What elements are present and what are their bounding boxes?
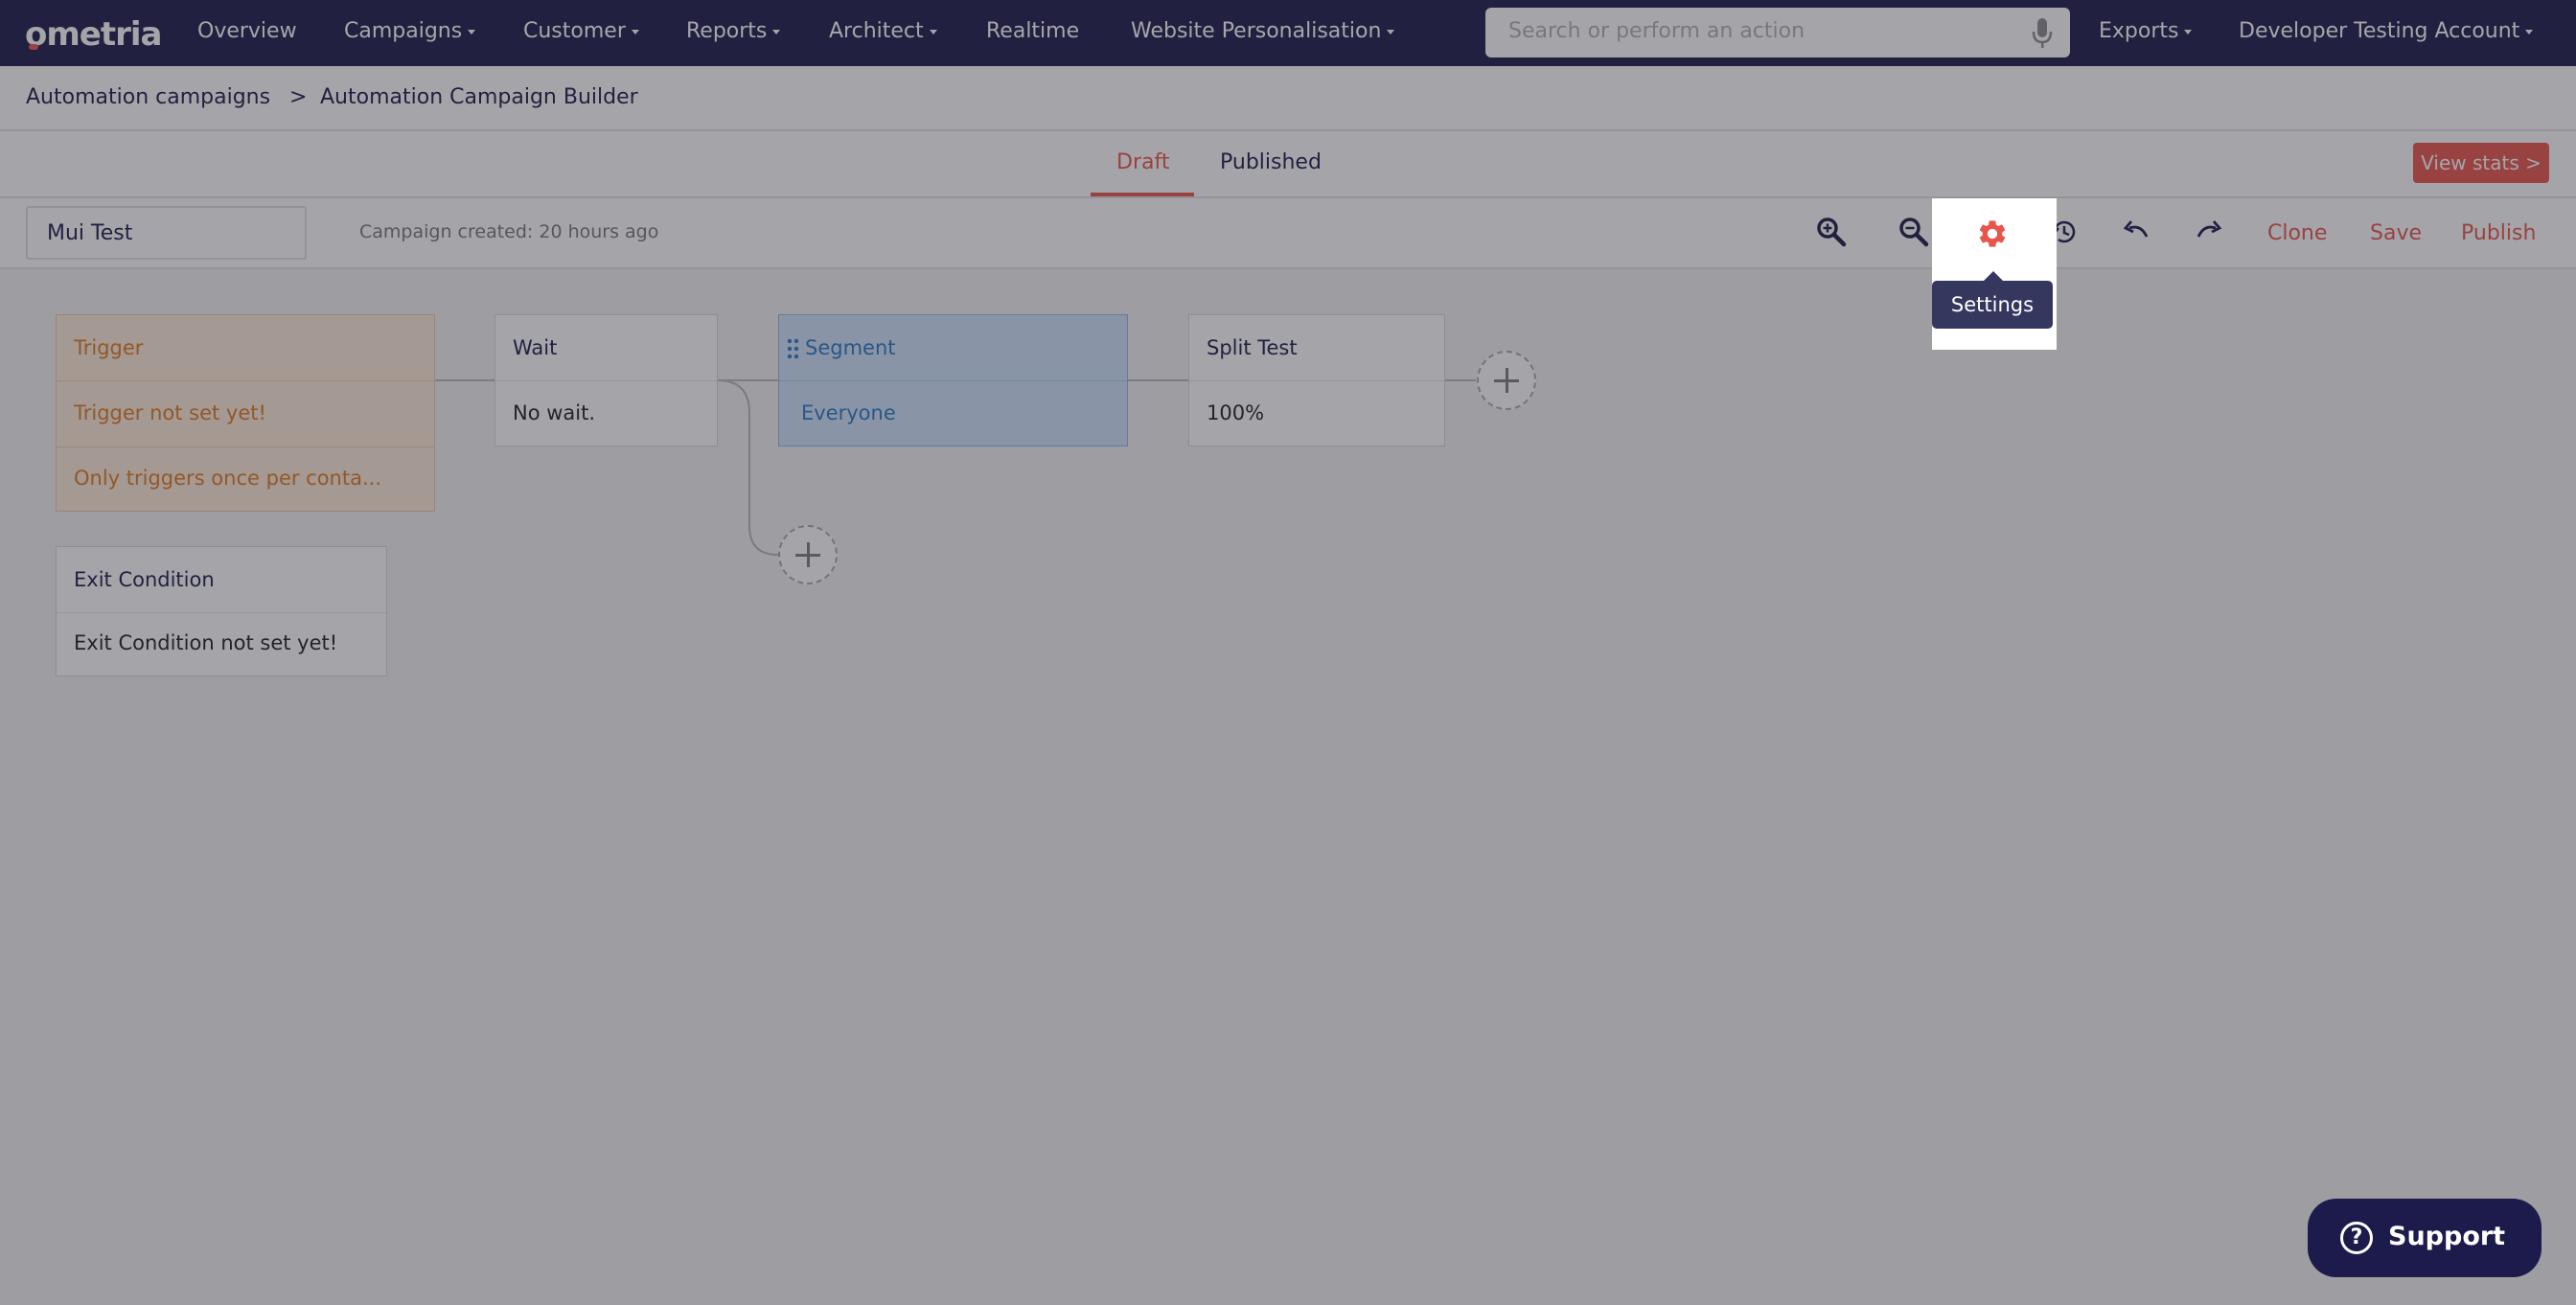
breadcrumb-current: Automation Campaign Builder (320, 85, 638, 109)
exit-condition-node[interactable]: Exit Condition Exit Condition not set ye… (56, 546, 387, 676)
trigger-status: Trigger not set yet! (74, 401, 266, 424)
nav-item-reports[interactable]: Reports (686, 19, 781, 43)
nav-label: Customer (523, 19, 626, 43)
view-stats-button[interactable]: View stats > (2413, 143, 2549, 183)
node-title: Split Test (1207, 336, 1298, 359)
node-divider (1189, 380, 1444, 381)
split-test-value: 100% (1207, 401, 1265, 424)
tab-published[interactable]: Published (1220, 150, 1322, 174)
add-step-button[interactable] (1477, 351, 1536, 410)
breadcrumb: Automation campaigns > Automation Campai… (0, 66, 2576, 131)
node-divider (779, 380, 1127, 381)
caret-down-icon (631, 29, 639, 34)
nav-label: Campaigns (344, 19, 463, 43)
logo-accent (29, 44, 38, 50)
nav-label: Website Personalisation (1131, 19, 1382, 43)
search-input[interactable] (1508, 19, 2007, 43)
node-title: Trigger (74, 336, 144, 359)
trigger-frequency: Only triggers once per conta... (74, 467, 381, 490)
drag-handle-icon[interactable] (787, 338, 800, 359)
microphone-icon[interactable] (2032, 17, 2053, 50)
support-label: Support (2388, 1222, 2506, 1251)
nav-label: Architect (829, 19, 924, 43)
settings-tooltip: Settings (1932, 281, 2053, 329)
nav-label: Overview (197, 19, 297, 43)
node-divider (495, 380, 717, 381)
builder-canvas[interactable]: Trigger Trigger not set yet! Only trigge… (0, 269, 2576, 1305)
caret-down-icon (2184, 29, 2193, 34)
ometria-logo[interactable]: ometria (25, 15, 162, 54)
caret-down-icon (1387, 29, 1395, 34)
caret-down-icon (468, 29, 476, 34)
node-title: Wait (513, 336, 558, 359)
breadcrumb-separator: > (289, 85, 308, 109)
publish-button[interactable]: Publish (2461, 221, 2536, 245)
tab-draft[interactable]: Draft (1116, 150, 1169, 174)
support-button[interactable]: ? Support (2308, 1199, 2542, 1277)
caret-down-icon (2525, 29, 2534, 34)
nav-item-overview[interactable]: Overview (197, 19, 297, 43)
active-tab-indicator (1091, 193, 1194, 196)
node-title: Exit Condition (74, 568, 215, 591)
nav-item-website-personalisation[interactable]: Website Personalisation (1131, 19, 1395, 43)
add-branch-button[interactable] (778, 525, 838, 584)
search-box (1485, 8, 2070, 57)
nav-item-campaigns[interactable]: Campaigns (344, 19, 476, 43)
caret-down-icon (772, 29, 781, 34)
split-test-node[interactable]: Split Test 100% (1188, 314, 1445, 446)
clone-button[interactable]: Clone (2267, 221, 2327, 245)
nav-label: Reports (686, 19, 768, 43)
nav-label: Exports (2099, 19, 2179, 43)
node-divider (57, 446, 434, 447)
campaign-name-input[interactable] (26, 206, 307, 260)
zoom-in-icon[interactable] (1815, 216, 1848, 248)
nav-item-realtime[interactable]: Realtime (986, 19, 1079, 43)
wait-node[interactable]: Wait No wait. (494, 314, 718, 446)
nav-label: Realtime (986, 19, 1080, 43)
nav-item-exports[interactable]: Exports (2099, 19, 2193, 43)
account-name: Developer Testing Account (2239, 19, 2520, 43)
trigger-node[interactable]: Trigger Trigger not set yet! Only trigge… (56, 314, 435, 512)
undo-icon[interactable] (2120, 216, 2152, 248)
zoom-out-icon[interactable] (1898, 216, 1930, 248)
campaign-created-text: Campaign created: 20 hours ago (359, 221, 659, 242)
nav-item-architect[interactable]: Architect (829, 19, 937, 43)
caret-down-icon (929, 29, 937, 34)
segment-value: Everyone (801, 401, 896, 424)
help-icon: ? (2340, 1222, 2373, 1254)
node-divider (57, 380, 434, 381)
campaign-toolbar: Campaign created: 20 hours ago Clone Sav… (0, 198, 2576, 269)
nav-item-customer[interactable]: Customer (523, 19, 639, 43)
exit-condition-value: Exit Condition not set yet! (74, 631, 338, 654)
top-nav: ometria Overview Campaigns Customer Repo… (0, 0, 2576, 66)
node-divider (57, 612, 386, 613)
account-menu[interactable]: Developer Testing Account (2239, 19, 2534, 43)
wait-value: No wait. (513, 401, 596, 424)
save-button[interactable]: Save (2370, 221, 2422, 245)
segment-node[interactable]: Segment Everyone (778, 314, 1128, 446)
tabs-bar: Draft Published View stats > (0, 131, 2576, 198)
node-title: Segment (805, 336, 896, 359)
redo-icon[interactable] (2193, 216, 2225, 248)
breadcrumb-automation-campaigns[interactable]: Automation campaigns (26, 85, 270, 109)
tooltip-arrow (1984, 271, 2003, 281)
settings-gear-icon[interactable] (1976, 218, 2009, 250)
